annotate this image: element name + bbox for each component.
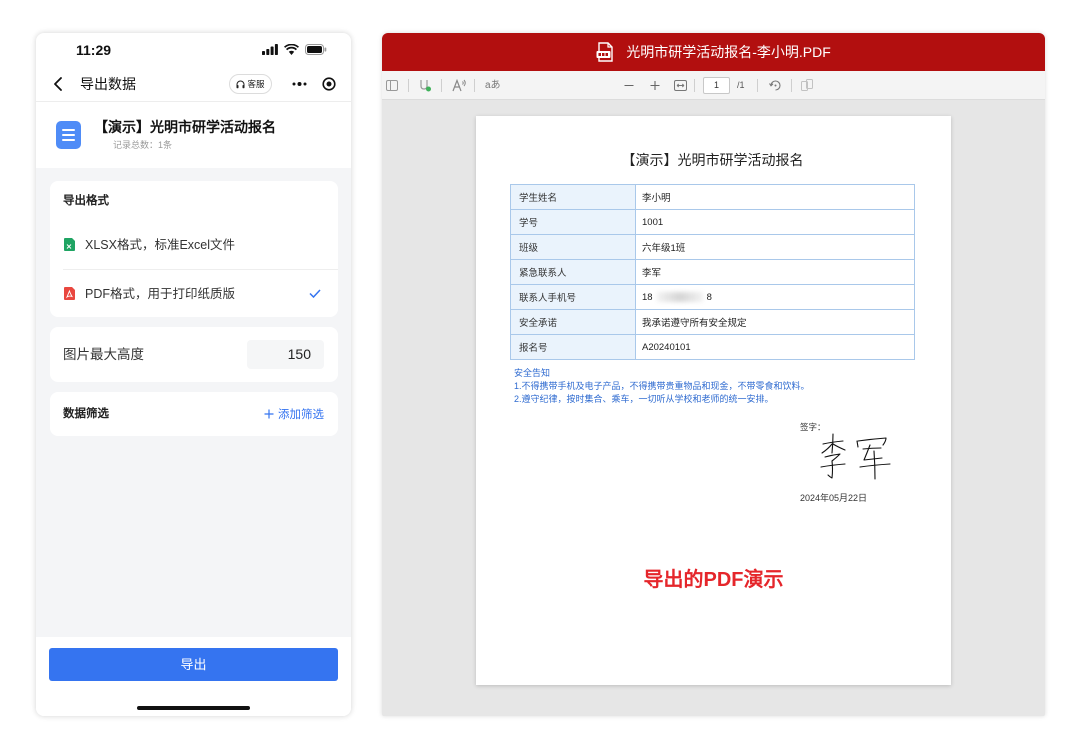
customer-service-label: 客服 <box>247 79 265 89</box>
table-row: 紧急联系人 李军 <box>510 259 915 285</box>
rotate-icon[interactable] <box>769 79 782 92</box>
zoom-out-icon[interactable] <box>624 79 634 92</box>
read-aloud-icon[interactable] <box>452 79 467 92</box>
field-value: 李军 <box>635 259 915 285</box>
customer-service-button[interactable]: 客服 <box>229 74 272 94</box>
check-icon <box>309 289 321 298</box>
signature-label: 签字： <box>800 422 826 432</box>
fit-page-icon[interactable] <box>674 80 687 91</box>
toolbar-separator <box>441 79 442 92</box>
field-label: 联系人手机号 <box>510 284 636 310</box>
viewer-toolbar: aあ 1 /1 <box>382 71 1045 100</box>
table-row: 学号 1001 <box>510 209 915 235</box>
two-page-icon[interactable] <box>801 79 813 91</box>
field-value: A20240101 <box>635 334 915 360</box>
table-row: 联系人手机号 18 8 <box>510 284 915 310</box>
document-title: 【演示】光明市研学活动报名 <box>621 152 804 168</box>
home-indicator <box>137 706 250 710</box>
phone-export-screen: 11:29 导出数据 客服 【演示】光明市研学活动报名 记录总数：1条 导出格式… <box>36 33 351 716</box>
xlsx-file-icon <box>64 238 75 251</box>
signature-date: 2024年05月22日 <box>800 493 868 503</box>
table-row: 班级 六年级1班 <box>510 234 915 260</box>
format-option-label: PDF格式，用于打印纸质版 <box>85 287 236 301</box>
sidebar-icon[interactable] <box>386 80 398 91</box>
viewer-title-bar: 光明市研学活动报名-李小明.PDF <box>382 33 1045 71</box>
export-format-title: 导出格式 <box>63 195 109 207</box>
form-title: 【演示】光明市研学活动报名 <box>94 119 276 135</box>
notice-line: 2.遵守纪律，按时集合、乘车，一切听从学校和老师的统一安排。 <box>514 394 774 404</box>
image-height-input[interactable]: 150 <box>247 340 324 369</box>
field-label: 学生姓名 <box>510 184 636 210</box>
masked-digits <box>656 291 703 302</box>
pdf-file-icon <box>596 42 613 62</box>
draw-icon[interactable] <box>419 79 432 92</box>
page-total: /1 <box>737 80 745 90</box>
registration-table: 学生姓名 李小明 学号 1001 班级 六年级1班 紧急联系人 李军 联系人手机… <box>510 184 915 360</box>
plus-icon <box>264 409 274 419</box>
phone-suffix: 8 <box>706 291 712 303</box>
table-row: 安全承诺 我承诺遵守所有安全规定 <box>510 309 915 335</box>
field-value: 李小明 <box>635 184 915 210</box>
option-divider <box>63 269 338 270</box>
field-value: 我承诺遵守所有安全规定 <box>635 309 915 335</box>
target-icon[interactable] <box>322 77 336 91</box>
demo-caption: 导出的PDF演示 <box>643 569 784 591</box>
field-label: 报名号 <box>510 334 636 360</box>
page-number-input[interactable]: 1 <box>703 77 730 94</box>
image-height-card: 图片最大高度 150 <box>50 327 338 382</box>
document-filename: 光明市研学活动报名-李小明.PDF <box>626 44 831 60</box>
back-icon[interactable] <box>53 77 63 91</box>
zoom-in-icon[interactable] <box>650 79 660 92</box>
more-dots-icon[interactable] <box>292 81 307 87</box>
toolbar-separator <box>757 79 758 92</box>
field-value: 六年级1班 <box>635 234 915 260</box>
form-doc-icon <box>56 121 81 149</box>
toolbar-separator <box>474 79 475 92</box>
footer-bar: 导出 <box>36 637 351 716</box>
image-height-label: 图片最大高度 <box>63 347 144 362</box>
field-label: 学号 <box>510 209 636 235</box>
field-label: 安全承诺 <box>510 309 636 335</box>
table-row: 报名号 A20240101 <box>510 334 915 360</box>
field-label: 班级 <box>510 234 636 260</box>
pdf-file-icon <box>64 287 75 300</box>
record-count: 记录总数：1条 <box>113 140 173 150</box>
pdf-viewer-window: 光明市研学活动报名-李小明.PDF aあ 1 /1 【演示】光明市研学活动报名 … <box>382 33 1045 716</box>
safety-notice: 安全告知 1.不得携带手机及电子产品，不得携带贵重物品和现金，不带零食和饮料。 … <box>514 367 810 406</box>
toolbar-separator <box>791 79 792 92</box>
field-value-phone: 18 8 <box>635 284 915 310</box>
table-row: 学生姓名 李小明 <box>510 184 915 210</box>
notice-line: 1.不得携带手机及电子产品，不得携带贵重物品和现金，不带零食和饮料。 <box>514 381 810 391</box>
add-filter-label: 添加筛选 <box>278 409 324 421</box>
pdf-page: 【演示】光明市研学活动报名 学生姓名 李小明 学号 1001 班级 六年级1班 … <box>476 116 951 685</box>
handwritten-signature <box>820 433 891 480</box>
format-option-pdf[interactable]: PDF格式，用于打印纸质版 <box>50 274 338 314</box>
phone-prefix: 18 <box>642 291 653 303</box>
signal-icon <box>262 44 278 55</box>
export-format-card: 导出格式 XLSX格式，标准Excel文件 PDF格式，用于打印纸质版 <box>50 181 338 317</box>
translate-button[interactable]: aあ <box>485 78 501 93</box>
status-time: 11:29 <box>76 42 112 58</box>
toolbar-separator <box>408 79 409 92</box>
data-filter-card: 数据筛选 添加筛选 <box>50 392 338 436</box>
format-option-label: XLSX格式，标准Excel文件 <box>85 238 236 252</box>
field-value: 1001 <box>635 209 915 235</box>
export-button[interactable]: 导出 <box>49 648 338 681</box>
battery-icon <box>305 44 327 55</box>
wifi-icon <box>284 44 299 55</box>
field-label: 紧急联系人 <box>510 259 636 285</box>
toolbar-separator <box>694 79 695 92</box>
data-filter-label: 数据筛选 <box>63 408 109 420</box>
add-filter-link[interactable]: 添加筛选 <box>264 392 324 436</box>
nav-divider <box>36 101 351 102</box>
page-title: 导出数据 <box>80 76 136 92</box>
format-option-xlsx[interactable]: XLSX格式，标准Excel文件 <box>50 225 338 265</box>
headset-icon <box>236 80 245 88</box>
notice-heading: 安全告知 <box>514 368 551 378</box>
